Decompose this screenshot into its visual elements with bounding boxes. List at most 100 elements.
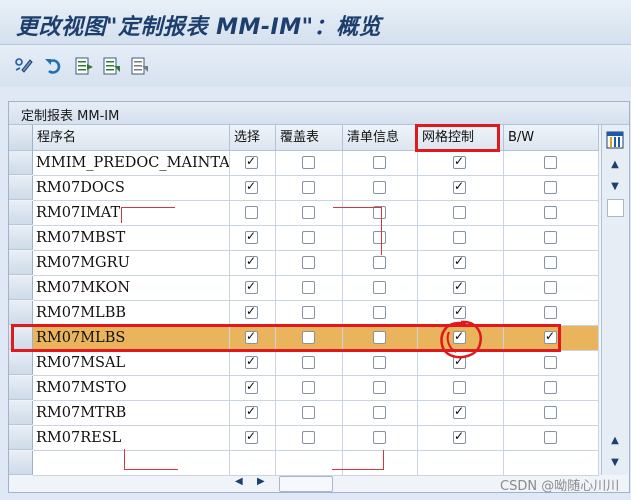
checkbox-grid-control[interactable] bbox=[453, 279, 466, 294]
checkbox-overlay-table[interactable] bbox=[302, 256, 315, 269]
export-icon[interactable] bbox=[72, 55, 96, 77]
checkbox-grid-control[interactable] bbox=[453, 404, 466, 419]
checkbox-list-info[interactable] bbox=[373, 181, 386, 194]
row-selector[interactable] bbox=[9, 351, 33, 375]
row-selector[interactable] bbox=[9, 426, 33, 450]
table-cell-bw bbox=[504, 451, 599, 476]
checkbox-grid-control[interactable] bbox=[453, 329, 466, 344]
checkbox-select[interactable] bbox=[245, 404, 258, 419]
checkbox-overlay-table[interactable] bbox=[302, 381, 315, 394]
checkbox-overlay-table[interactable] bbox=[302, 206, 315, 219]
table-cell-bw bbox=[504, 426, 599, 451]
checkbox-bw[interactable] bbox=[544, 356, 557, 369]
column-header-program[interactable]: 程序名 bbox=[33, 125, 230, 151]
table-cell-grid-control bbox=[418, 401, 504, 426]
select-all-icon[interactable] bbox=[100, 55, 124, 77]
undo-icon[interactable] bbox=[42, 55, 66, 77]
checkbox-select[interactable] bbox=[245, 154, 258, 169]
checkbox-bw[interactable] bbox=[544, 329, 557, 344]
checkbox-select[interactable] bbox=[245, 279, 258, 294]
row-selector[interactable] bbox=[9, 326, 33, 350]
checkbox-overlay-table[interactable] bbox=[302, 306, 315, 319]
checkbox-grid-control[interactable] bbox=[453, 381, 466, 394]
checkbox-grid-control[interactable] bbox=[453, 231, 466, 244]
checkbox-overlay-table[interactable] bbox=[302, 406, 315, 419]
checkbox-bw[interactable] bbox=[544, 306, 557, 319]
row-selector[interactable] bbox=[9, 151, 33, 175]
deselect-icon[interactable] bbox=[128, 55, 152, 77]
checkbox-select[interactable] bbox=[245, 206, 258, 219]
checkbox-select[interactable] bbox=[245, 429, 258, 444]
checkbox-grid-control[interactable] bbox=[453, 179, 466, 194]
checkbox-bw[interactable] bbox=[544, 381, 557, 394]
column-settings-icon[interactable] bbox=[606, 131, 624, 149]
checkbox-select[interactable] bbox=[245, 254, 258, 269]
select-all-corner[interactable] bbox=[9, 125, 33, 151]
checkbox-list-info[interactable] bbox=[373, 206, 386, 219]
row-selector[interactable] bbox=[9, 401, 33, 425]
checkbox-bw[interactable] bbox=[544, 406, 557, 419]
column-header-overlay-table[interactable]: 覆盖表 bbox=[276, 125, 343, 151]
checkbox-overlay-table[interactable] bbox=[302, 156, 315, 169]
row-selector[interactable] bbox=[9, 201, 33, 225]
checkbox-overlay-table[interactable] bbox=[302, 431, 315, 444]
checkbox-select[interactable] bbox=[245, 179, 258, 194]
column-header-bw[interactable]: B/W bbox=[504, 125, 599, 151]
checkbox-bw[interactable] bbox=[544, 181, 557, 194]
checkbox-list-info[interactable] bbox=[373, 381, 386, 394]
checkbox-select[interactable] bbox=[245, 229, 258, 244]
checkbox-overlay-table[interactable] bbox=[302, 356, 315, 369]
column-header-select[interactable]: 选择 bbox=[230, 125, 276, 151]
checkbox-list-info[interactable] bbox=[373, 231, 386, 244]
scroll-up-icon[interactable]: ▲ bbox=[606, 155, 624, 173]
scroll-left-icon[interactable]: ◀ bbox=[235, 476, 243, 487]
checkbox-grid-control[interactable] bbox=[453, 154, 466, 169]
scroll-page-down-icon[interactable]: ▼ bbox=[606, 453, 624, 471]
checkbox-list-info[interactable] bbox=[373, 156, 386, 169]
checkbox-list-info[interactable] bbox=[373, 406, 386, 419]
row-selector[interactable] bbox=[9, 451, 33, 475]
display-change-icon[interactable] bbox=[12, 55, 36, 77]
checkbox-overlay-table[interactable] bbox=[302, 181, 315, 194]
checkbox-bw[interactable] bbox=[544, 206, 557, 219]
row-selector[interactable] bbox=[9, 251, 33, 275]
checkbox-list-info[interactable] bbox=[373, 306, 386, 319]
row-selector[interactable] bbox=[9, 226, 33, 250]
checkbox-bw[interactable] bbox=[544, 281, 557, 294]
checkbox-select[interactable] bbox=[245, 329, 258, 344]
checkbox-grid-control[interactable] bbox=[453, 429, 466, 444]
checkbox-list-info[interactable] bbox=[373, 356, 386, 369]
checkbox-bw[interactable] bbox=[544, 431, 557, 444]
checkbox-select[interactable] bbox=[245, 354, 258, 369]
scroll-down-icon[interactable]: ▼ bbox=[606, 177, 624, 195]
scroll-right-icon[interactable]: ▶ bbox=[257, 476, 265, 487]
title-bar: 更改视图"定制报表 MM-IM"：概览 bbox=[0, 0, 631, 45]
checkbox-overlay-table[interactable] bbox=[302, 231, 315, 244]
checkbox-grid-control[interactable] bbox=[453, 304, 466, 319]
table-cell-list-info bbox=[343, 376, 418, 401]
checkbox-bw[interactable] bbox=[544, 231, 557, 244]
vertical-scrollbar[interactable]: ▲ ▼ ▲ ▼ bbox=[601, 125, 628, 475]
checkbox-list-info[interactable] bbox=[373, 431, 386, 444]
checkbox-bw[interactable] bbox=[544, 156, 557, 169]
row-selector[interactable] bbox=[9, 176, 33, 200]
checkbox-grid-control[interactable] bbox=[453, 354, 466, 369]
checkbox-grid-control[interactable] bbox=[453, 254, 466, 269]
row-selector[interactable] bbox=[9, 276, 33, 300]
column-header-grid-control[interactable]: 网格控制 bbox=[418, 125, 504, 151]
checkbox-grid-control[interactable] bbox=[453, 206, 466, 219]
checkbox-list-info[interactable] bbox=[373, 256, 386, 269]
checkbox-bw[interactable] bbox=[544, 256, 557, 269]
scroll-thumb[interactable] bbox=[607, 199, 624, 217]
checkbox-list-info[interactable] bbox=[373, 331, 386, 344]
row-selector[interactable] bbox=[9, 301, 33, 325]
checkbox-list-info[interactable] bbox=[373, 281, 386, 294]
checkbox-overlay-table[interactable] bbox=[302, 331, 315, 344]
checkbox-select[interactable] bbox=[245, 379, 258, 394]
checkbox-select[interactable] bbox=[245, 304, 258, 319]
scroll-page-up-icon[interactable]: ▲ bbox=[606, 431, 624, 449]
h-scroll-thumb[interactable] bbox=[279, 476, 333, 492]
checkbox-overlay-table[interactable] bbox=[302, 281, 315, 294]
column-header-list-info[interactable]: 清单信息 bbox=[343, 125, 418, 151]
row-selector[interactable] bbox=[9, 376, 33, 400]
